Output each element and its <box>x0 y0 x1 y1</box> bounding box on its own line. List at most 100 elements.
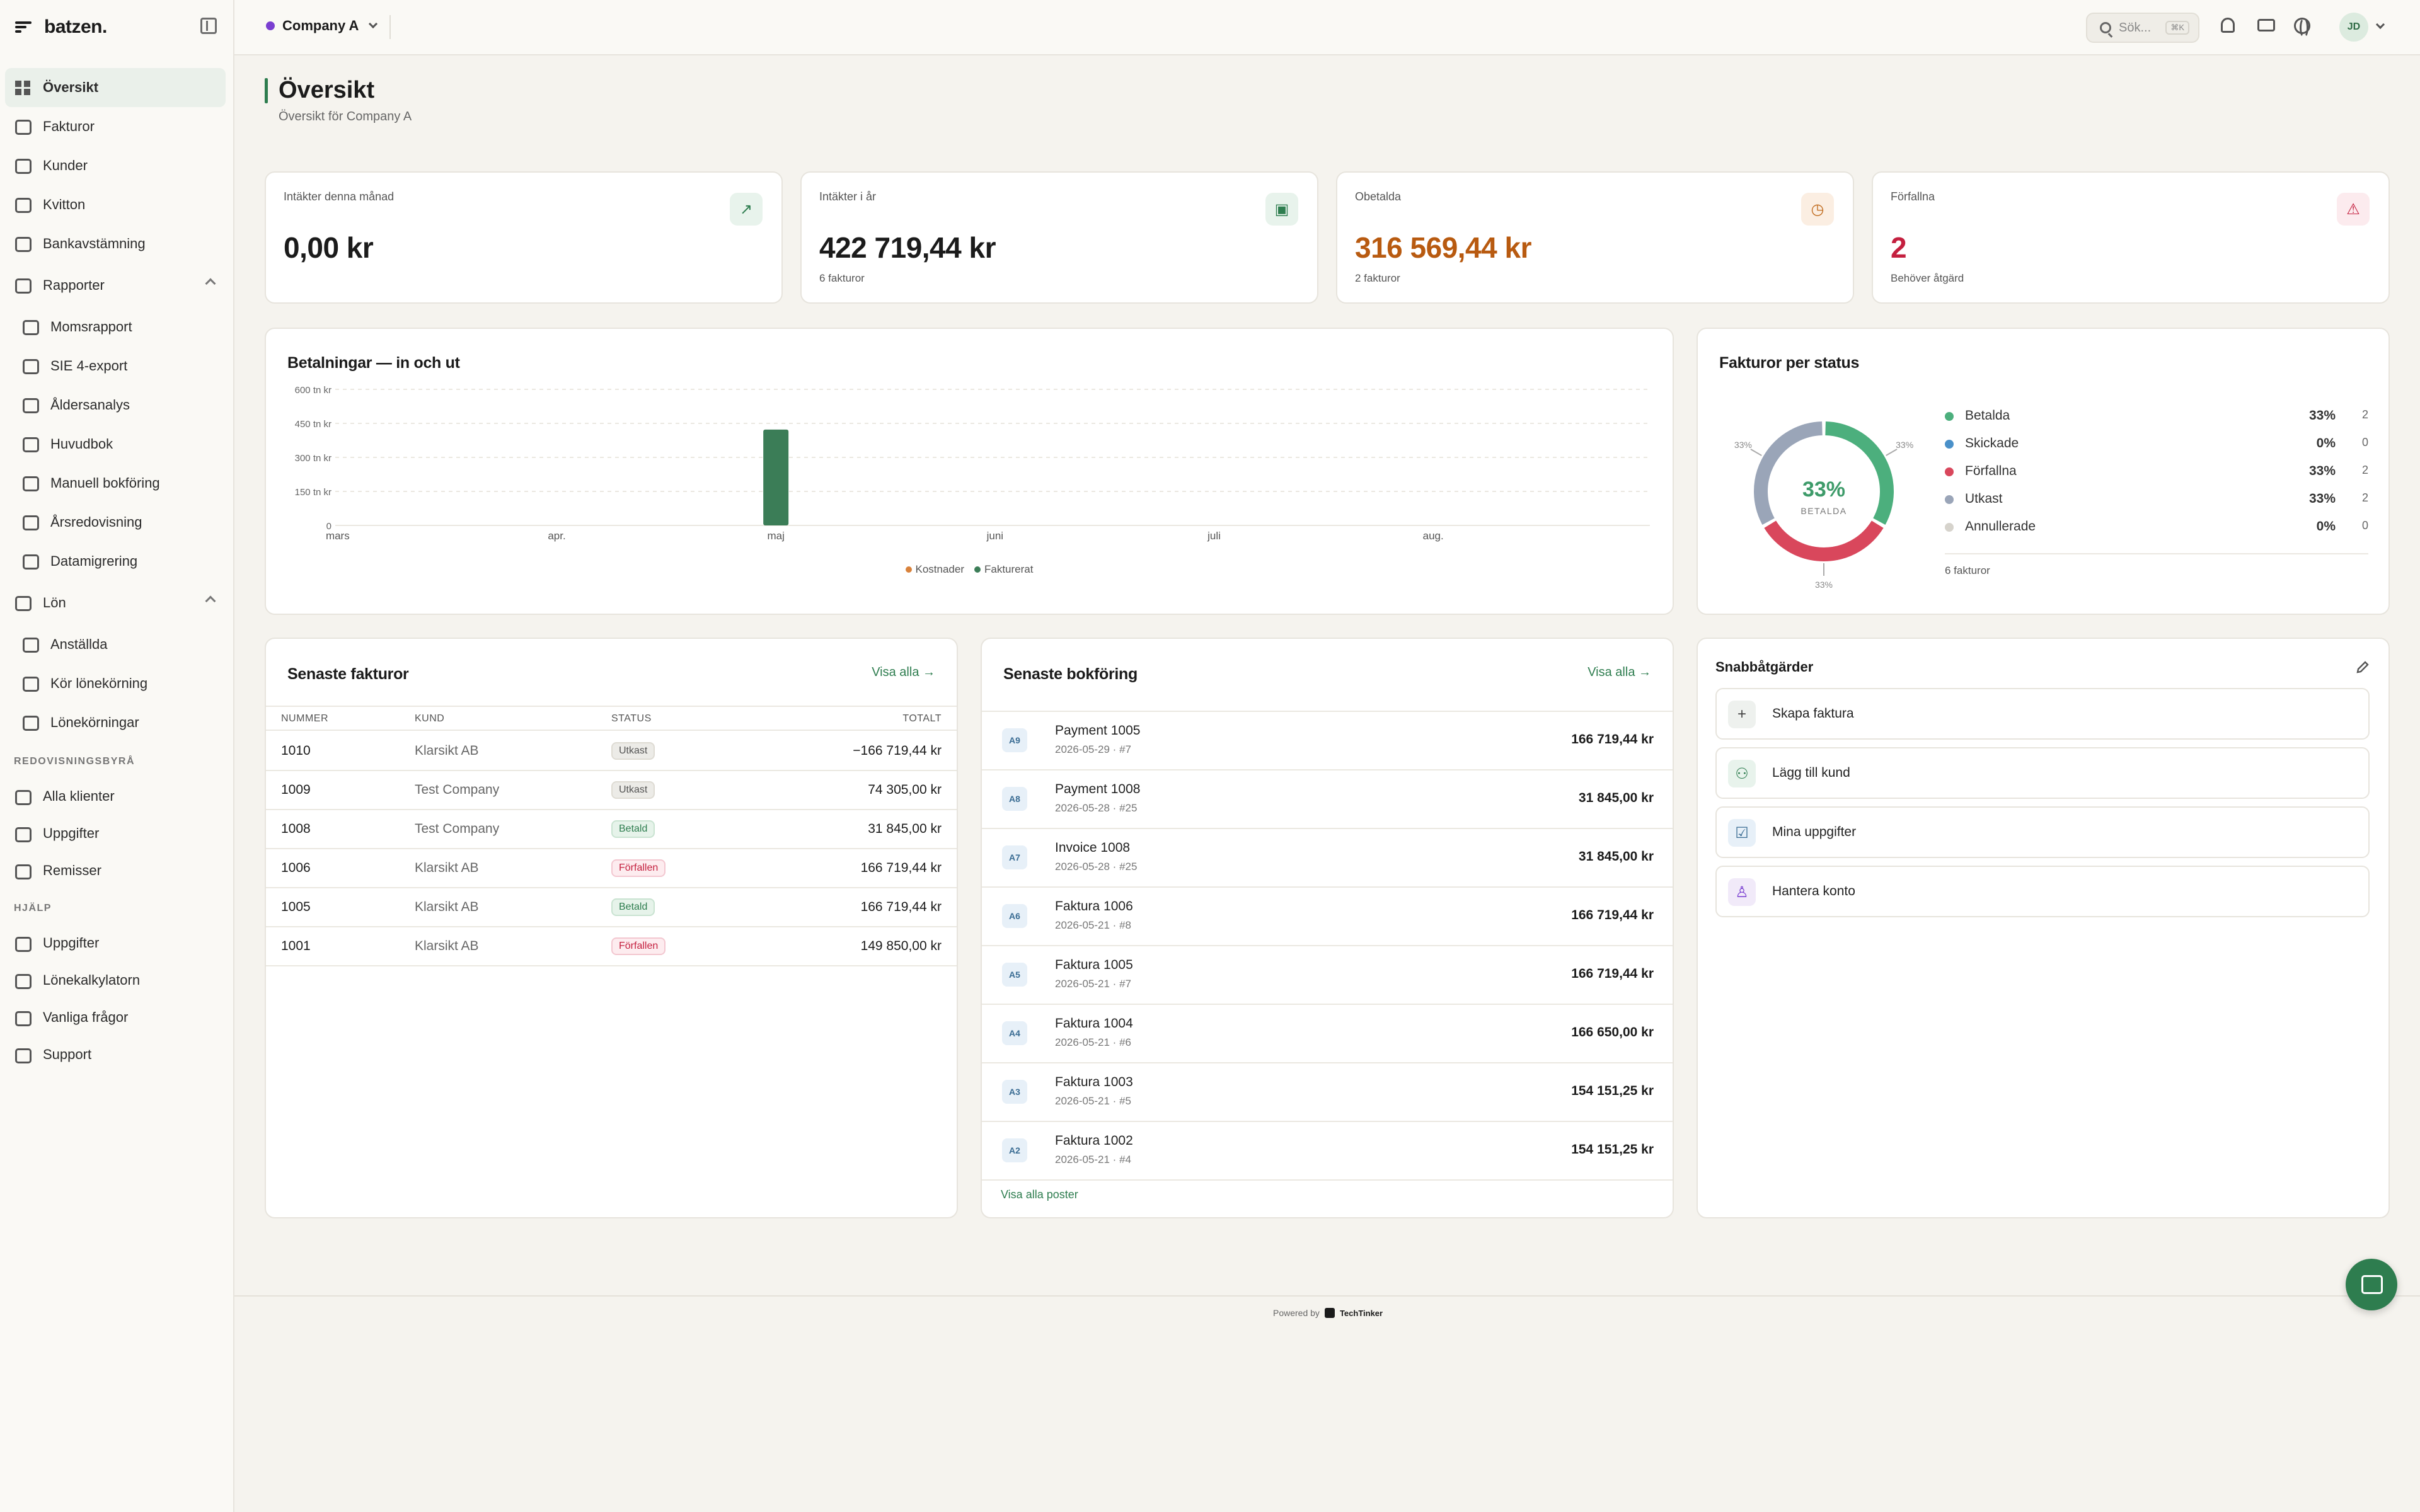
sidebar-item-label: Fakturor <box>43 118 95 134</box>
sidebar-item-lonekalkylatorn[interactable]: Lönekalkylatorn <box>0 961 234 999</box>
sidebar-item-aldersanalys[interactable]: Åldersanalys <box>0 386 234 425</box>
monitor-icon[interactable] <box>2257 19 2275 32</box>
donut-slice-förfallna[interactable] <box>1764 520 1884 561</box>
ledger-row[interactable]: A6 Faktura 1006 2026-05-21 · #8 166 719,44 … <box>982 888 1673 946</box>
company-switcher[interactable]: Company A <box>266 18 378 34</box>
vendor-name[interactable]: TechTinker <box>1340 1309 1383 1318</box>
recent-ledger-card: Senaste bokföring Visa alla → A9 Payment … <box>981 638 1674 1218</box>
view-all-entries-link[interactable]: Visa alla poster <box>1001 1188 1078 1201</box>
ledger-title: Faktura 1002 <box>1055 1133 1133 1148</box>
invoice-number: 1006 <box>281 861 311 875</box>
status-legend-row[interactable]: Annullerade 0% 0 <box>1945 518 2368 546</box>
kpi-card: Intäkter denna månad 0,00 kr ↗ <box>265 171 783 304</box>
sidebar-item-arsredovisning[interactable]: Årsredovisning <box>0 503 234 542</box>
x-tick-label: maj <box>767 530 784 542</box>
logo-icon <box>15 21 32 33</box>
ledger-row[interactable]: A4 Faktura 1004 2026-05-21 · #6 166 650,00 … <box>982 1005 1673 1063</box>
table-row[interactable]: 1005 Klarsikt AB Betald 166 719,44 kr <box>266 888 957 927</box>
column-header[interactable]: TOTALT <box>902 713 942 724</box>
page-title: Översikt <box>279 77 375 103</box>
sidebar-item-support[interactable]: Support <box>0 1036 234 1073</box>
sidebar-item-lon[interactable]: Lön <box>0 581 234 625</box>
sidebar-item-lonekorningar[interactable]: Lönekörningar <box>0 703 234 742</box>
ledger-row[interactable]: A2 Faktura 1002 2026-05-21 · #4 154 151,25 … <box>982 1122 1673 1181</box>
status-legend-row[interactable]: Utkast 33% 2 <box>1945 490 2368 518</box>
users-icon <box>15 159 32 174</box>
sidebar-item-kvitton[interactable]: Kvitton <box>0 185 234 224</box>
sidebar-item-kor-lonekorning[interactable]: Kör lönekörning <box>0 664 234 703</box>
kpi-subtext: 2 fakturor <box>1355 272 1400 284</box>
quick-action-skapa-faktura[interactable]: + Skapa faktura <box>1715 688 2370 740</box>
table-row[interactable]: 1008 Test Company Betald 31 845,00 kr <box>266 810 957 849</box>
sidebar-item-vanliga-fragor[interactable]: Vanliga frågor <box>0 999 234 1036</box>
ledger-amount: 154 151,25 kr <box>1571 1142 1654 1157</box>
avatar[interactable]: JD <box>2339 13 2368 42</box>
column-header[interactable]: STATUS <box>611 713 652 724</box>
vendor-logo-icon <box>1324 1308 1335 1318</box>
x-tick-label: mars <box>326 530 350 542</box>
legend-item-invoiced[interactable]: Fakturerat <box>974 563 1033 576</box>
chevron-down-icon <box>369 19 378 29</box>
sidebar-item-fakturor[interactable]: Fakturor <box>0 107 234 146</box>
bar-invoiced-maj[interactable] <box>763 429 789 525</box>
sidebar-item-rapporter[interactable]: Rapporter <box>0 263 234 307</box>
column-header[interactable]: NUMMER <box>281 713 328 724</box>
company-color-dot <box>266 21 275 30</box>
chevron-up-icon[interactable] <box>205 595 216 607</box>
footer: Powered by TechTinker <box>1273 1308 1383 1318</box>
quick-action-mina-uppgifter[interactable]: ☑ Mina uppgifter <box>1715 806 2370 858</box>
table-row[interactable]: 1009 Test Company Utkast 74 305,00 kr <box>266 771 957 810</box>
sidebar-item-manuell-bokforing[interactable]: Manuell bokföring <box>0 464 234 503</box>
slice-leader-line <box>1886 449 1898 456</box>
sidebar-item-momsrapport[interactable]: Momsrapport <box>0 307 234 346</box>
sidebar-item-oversikt[interactable]: Översikt <box>5 68 226 107</box>
view-all-ledger-link[interactable]: Visa alla → <box>1587 665 1651 680</box>
table-row[interactable]: 1006 Klarsikt AB Förfallen 166 719,44 kr <box>266 849 957 888</box>
invoice-total: 149 850,00 kr <box>860 939 942 953</box>
sidebar-item-sie-4-export[interactable]: SIE 4-export <box>0 346 234 386</box>
quick-action-hantera-konto[interactable]: ♙ Hantera konto <box>1715 866 2370 917</box>
voucher-badge: A7 <box>1002 845 1027 869</box>
column-header[interactable]: KUND <box>415 713 444 724</box>
status-percent: 33% <box>2308 408 2336 423</box>
sidebar-item-uppgifter[interactable]: Uppgifter <box>0 924 234 961</box>
legend-item-costs[interactable]: Kostnader <box>905 563 964 576</box>
chevron-down-icon[interactable] <box>2375 20 2385 30</box>
chevron-up-icon[interactable] <box>205 278 216 289</box>
status-legend-row[interactable]: Skickade 0% 0 <box>1945 435 2368 462</box>
search-input[interactable]: Sök... ⌘K <box>2086 13 2199 43</box>
ledger-row[interactable]: A5 Faktura 1005 2026-05-21 · #7 166 719,44 … <box>982 946 1673 1005</box>
company-name: Company A <box>282 18 359 33</box>
ledger-row[interactable]: A9 Payment 1005 2026-05-29 · #7 166 719,44 … <box>982 712 1673 770</box>
sidebar-item-remisser[interactable]: Remisser <box>0 852 234 889</box>
payments-chart-card: Betalningar — in och ut 0 150 tn kr 300 tn… <box>265 328 1674 615</box>
status-legend-row[interactable]: Förfallna 33% 2 <box>1945 462 2368 490</box>
receipt-icon <box>23 320 39 335</box>
table-row[interactable]: 1010 Klarsikt AB Utkast −166 719,44 kr <box>266 732 957 771</box>
chat-button[interactable] <box>2346 1259 2397 1310</box>
voucher-badge: A8 <box>1002 787 1027 811</box>
quick-action-lagg-till-kund[interactable]: ⚇ Lägg till kund <box>1715 747 2370 799</box>
sidebar-toggle-icon[interactable] <box>200 18 217 34</box>
status-legend-row[interactable]: Betalda 33% 2 <box>1945 407 2368 435</box>
sidebar-item-uppgifter[interactable]: Uppgifter <box>0 815 234 852</box>
ledger-row[interactable]: A7 Invoice 1008 2026-05-28 · #25 31 845,00 … <box>982 829 1673 888</box>
sidebar-item-anstallda[interactable]: Anställda <box>0 625 234 664</box>
sidebar-item-huvudbok[interactable]: Huvudbok <box>0 425 234 464</box>
title-accent <box>265 78 268 103</box>
sidebar-item-bankavstamning[interactable]: Bankavstämning <box>0 224 234 263</box>
view-all-invoices-link[interactable]: Visa alla → <box>872 665 935 680</box>
edit-icon[interactable] <box>2356 660 2370 674</box>
invoice-customer: Test Company <box>415 822 500 836</box>
table-row[interactable]: 1001 Klarsikt AB Förfallen 149 850,00 kr <box>266 927 957 966</box>
sidebar-item-kunder[interactable]: Kunder <box>0 146 234 185</box>
globe-icon[interactable] <box>2294 18 2310 38</box>
brand[interactable]: batzen. <box>15 16 107 38</box>
sidebar-item-alla-klienter[interactable]: Alla klienter <box>0 777 234 815</box>
ledger-row[interactable]: A8 Payment 1008 2026-05-28 · #25 31 845,00 … <box>982 770 1673 829</box>
checkbox-icon <box>15 937 32 952</box>
bell-icon[interactable] <box>2221 18 2235 33</box>
sidebar-item-datamigrering[interactable]: Datamigrering <box>0 542 234 581</box>
status-percent: 33% <box>2308 464 2336 478</box>
ledger-row[interactable]: A3 Faktura 1003 2026-05-21 · #5 154 151,25 … <box>982 1063 1673 1122</box>
